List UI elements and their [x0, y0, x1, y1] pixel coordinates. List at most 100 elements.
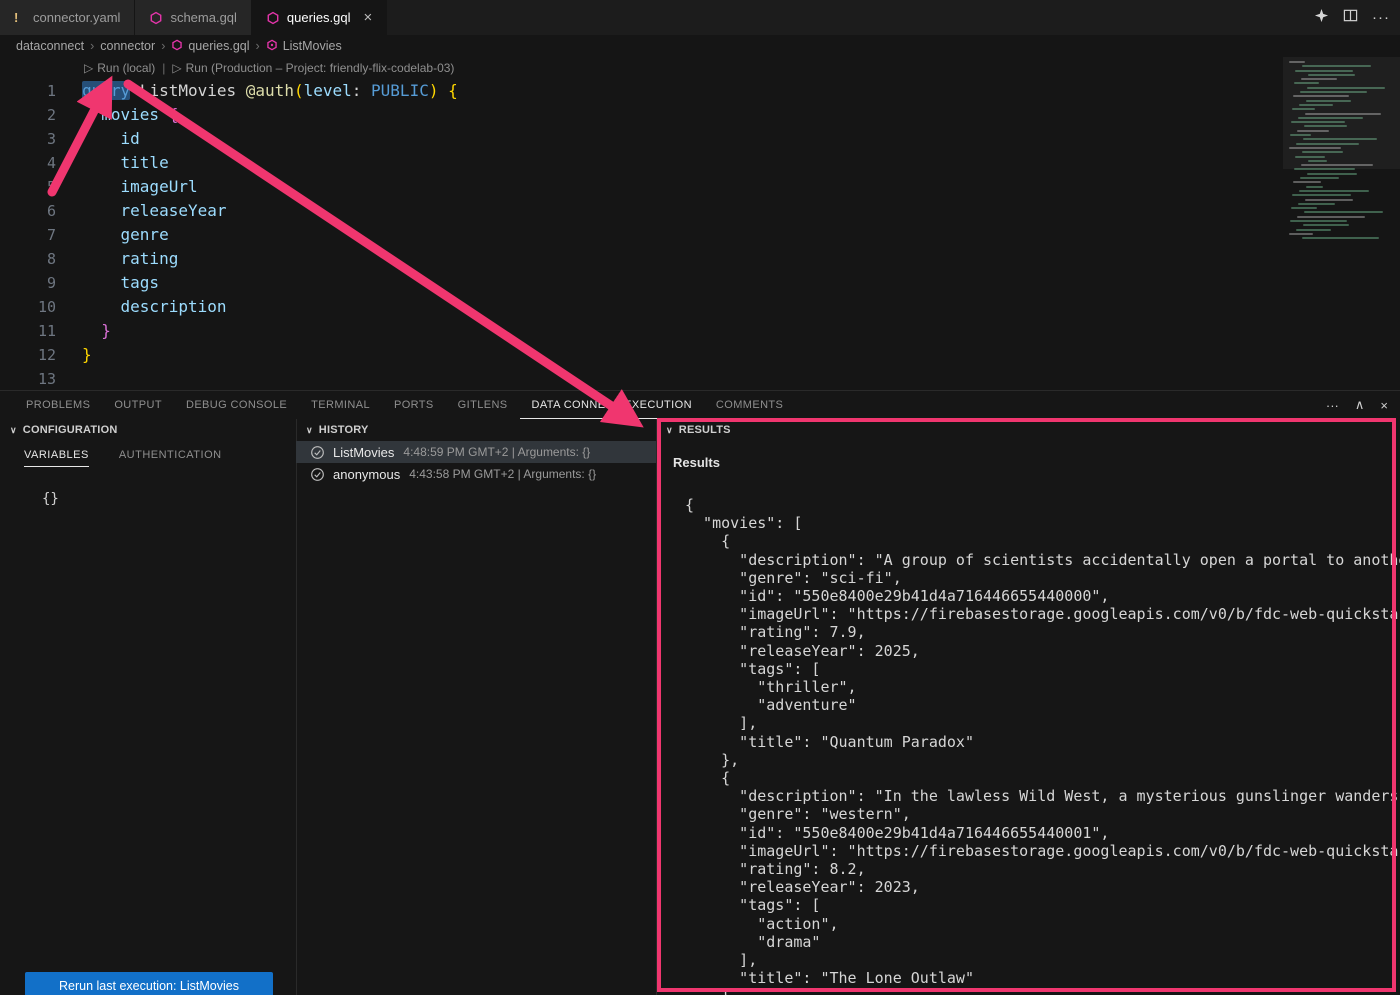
chevron-right-icon: › — [161, 39, 165, 53]
json-line: "movies": [ — [685, 514, 1400, 532]
tab-queries-gql[interactable]: queries.gql × — [252, 0, 387, 35]
editor-tab-bar: ! connector.yaml schema.gql queries.gql … — [0, 0, 1400, 35]
history-item[interactable]: ListMovies4:48:59 PM GMT+2 | Arguments: … — [296, 441, 656, 463]
code-line[interactable]: 7 genre — [0, 223, 1400, 247]
json-line: "thriller", — [685, 678, 1400, 696]
minimap-line — [1297, 216, 1365, 218]
breadcrumb: dataconnect › connector › queries.gql › … — [0, 35, 1400, 57]
minimap-line — [1305, 199, 1353, 201]
pass-icon — [310, 445, 325, 460]
split-editor-icon[interactable] — [1343, 8, 1358, 28]
minimap-line — [1300, 177, 1339, 179]
minimap[interactable] — [1283, 57, 1400, 390]
minimap-line — [1298, 203, 1335, 205]
yaml-warning-icon: ! — [14, 10, 26, 25]
tab-connector-yaml[interactable]: ! connector.yaml — [0, 0, 135, 35]
breadcrumb-item[interactable]: ListMovies — [266, 39, 342, 54]
json-line: "releaseYear": 2023, — [685, 878, 1400, 896]
graphql-icon — [266, 11, 280, 25]
pass-icon — [310, 467, 325, 482]
panel-tab-bar: PROBLEMSOUTPUTDEBUG CONSOLETERMINALPORTS… — [0, 391, 1400, 419]
panel-tab-data-connect-execution[interactable]: DATA CONNECT EXECUTION — [520, 391, 704, 419]
history-item-name: ListMovies — [333, 445, 394, 460]
line-number: 10 — [0, 295, 56, 319]
code-text: imageUrl — [82, 175, 198, 199]
code-line[interactable]: 11 } — [0, 319, 1400, 343]
variables-value[interactable]: {} — [42, 491, 296, 507]
panel-tab-comments[interactable]: COMMENTS — [704, 391, 795, 419]
code-line[interactable]: 6 releaseYear — [0, 199, 1400, 223]
history-panel: ∨ HISTORY ListMovies4:48:59 PM GMT+2 | A… — [296, 419, 657, 995]
breadcrumb-item[interactable]: queries.gql — [171, 39, 249, 54]
code-text: title — [82, 151, 169, 175]
code-line[interactable]: 3 id — [0, 127, 1400, 151]
run-local-link[interactable]: ▷ Run (local) — [84, 61, 155, 75]
minimap-line — [1303, 224, 1349, 226]
history-item[interactable]: anonymous4:43:58 PM GMT+2 | Arguments: {… — [296, 463, 656, 485]
breadcrumb-item[interactable]: connector — [100, 39, 155, 53]
run-production-link[interactable]: ▷ Run (Production – Project: friendly-fl… — [172, 61, 454, 75]
panel-maximize-icon[interactable]: ∧ — [1355, 397, 1365, 413]
code-line[interactable]: 2 movies { — [0, 103, 1400, 127]
results-header[interactable]: ∨ RESULTS — [656, 419, 1400, 441]
chevron-down-icon: ∨ — [306, 425, 313, 436]
json-line: { — [685, 769, 1400, 787]
panel-tab-output[interactable]: OUTPUT — [102, 391, 174, 419]
code-line[interactable]: 12} — [0, 343, 1400, 367]
results-json: { "movies": [ { "description": "A group … — [685, 496, 1400, 995]
panel-tab-problems[interactable]: PROBLEMS — [14, 391, 102, 419]
close-tab-icon[interactable]: × — [364, 10, 373, 25]
minimap-line — [1293, 181, 1321, 183]
code-editor[interactable]: ▷ Run (local) | ▷ Run (Production – Proj… — [0, 57, 1400, 390]
minimap-line — [1291, 207, 1317, 209]
sparkle-icon[interactable] — [1314, 8, 1329, 28]
json-line: ], — [685, 714, 1400, 732]
code-line[interactable]: 8 rating — [0, 247, 1400, 271]
panel-tab-terminal[interactable]: TERMINAL — [299, 391, 382, 419]
tab-label: connector.yaml — [33, 10, 120, 25]
code-text: description — [82, 295, 227, 319]
codelens-separator: | — [162, 61, 165, 75]
run-local-label: Run (local) — [97, 61, 155, 75]
more-actions-icon[interactable]: ··· — [1372, 9, 1390, 26]
code-text: } — [82, 343, 92, 367]
tab-authentication[interactable]: AUTHENTICATION — [119, 449, 222, 467]
code-line[interactable]: 4 title — [0, 151, 1400, 175]
panel-more-icon[interactable]: ··· — [1326, 398, 1339, 413]
line-number: 9 — [0, 271, 56, 295]
panel-tab-debug-console[interactable]: DEBUG CONSOLE — [174, 391, 299, 419]
history-header[interactable]: ∨ HISTORY — [296, 419, 656, 441]
chevron-right-icon: › — [256, 39, 260, 53]
code-line[interactable]: 1query ListMovies @auth(level: PUBLIC) { — [0, 79, 1400, 103]
code-text: genre — [82, 223, 169, 247]
configuration-header[interactable]: ∨ CONFIGURATION — [0, 419, 296, 441]
chevron-down-icon: ∨ — [10, 425, 17, 436]
code-line[interactable]: 5 imageUrl — [0, 175, 1400, 199]
panel-tab-ports[interactable]: PORTS — [382, 391, 446, 419]
run-production-label: Run (Production – Project: friendly-flix… — [186, 61, 455, 75]
breadcrumb-item[interactable]: dataconnect — [16, 39, 84, 53]
line-number: 13 — [0, 367, 56, 390]
tab-variables[interactable]: VARIABLES — [24, 449, 89, 467]
panel-tab-gitlens[interactable]: GITLENS — [446, 391, 520, 419]
json-line: "rating": 7.9, — [685, 623, 1400, 641]
json-line: "imageUrl": "https://firebasestorage.goo… — [685, 605, 1400, 623]
play-icon: ▷ — [84, 61, 93, 75]
code-line[interactable]: 9 tags — [0, 271, 1400, 295]
rerun-button[interactable]: Rerun last execution: ListMovies — [25, 972, 273, 995]
line-number: 5 — [0, 175, 56, 199]
json-line: "action", — [685, 915, 1400, 933]
code-line[interactable]: 13 — [0, 367, 1400, 390]
minimap-line — [1304, 211, 1383, 213]
minimap-slider[interactable] — [1283, 57, 1400, 169]
panel-actions: ··· ∧ × — [1326, 391, 1388, 419]
tab-schema-gql[interactable]: schema.gql — [135, 0, 251, 35]
code-line[interactable]: 10 description — [0, 295, 1400, 319]
panel-close-icon[interactable]: × — [1380, 398, 1388, 413]
minimap-line — [1307, 173, 1357, 175]
code-text: movies { — [82, 103, 178, 127]
codelens-bar: ▷ Run (local) | ▷ Run (Production – Proj… — [84, 57, 1400, 79]
editor-actions: ··· — [1314, 0, 1390, 35]
section-title: CONFIGURATION — [23, 424, 118, 436]
results-body: Results { "movies": [ { "description": "… — [656, 441, 1400, 995]
